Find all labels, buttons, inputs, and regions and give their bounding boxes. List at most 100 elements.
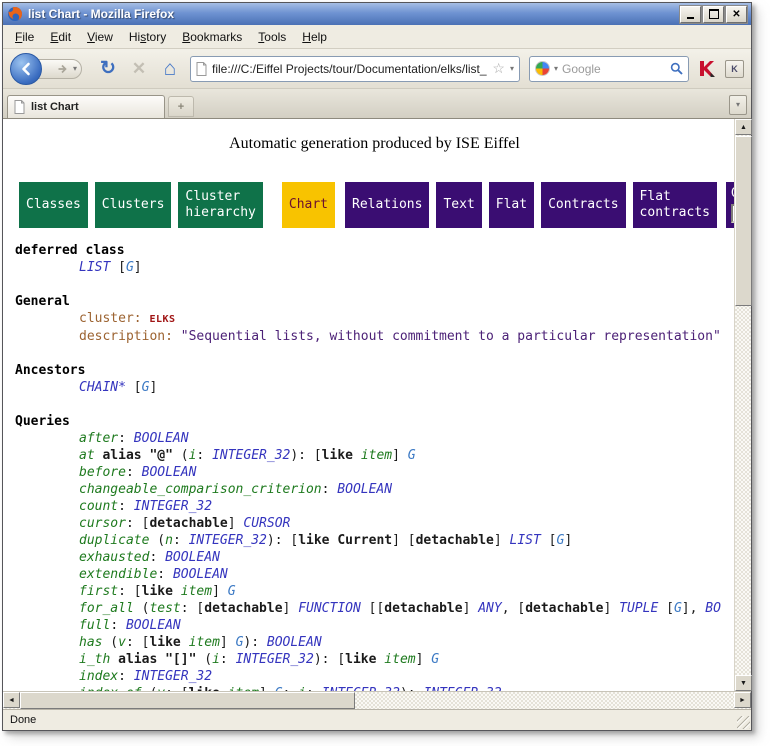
scroll-right-button[interactable]: ► (734, 692, 751, 708)
menu-history[interactable]: History (121, 28, 174, 46)
tab-page-icon (14, 100, 25, 114)
seg-type[interactable]: BOOLEAN (142, 465, 197, 480)
seg-type[interactable]: INTEGER_32 (189, 533, 267, 548)
seg-type[interactable]: LIST (510, 533, 541, 548)
seg-type[interactable]: INTEGER_32 (134, 669, 212, 684)
search-engine-dropdown-icon[interactable]: ▾ (554, 65, 558, 73)
url-input[interactable] (212, 62, 487, 76)
menu-bookmarks[interactable]: Bookmarks (174, 28, 250, 46)
seg-gen[interactable]: G (674, 601, 682, 616)
docnav-relations[interactable]: Relations (345, 182, 429, 228)
seg-plain (173, 584, 181, 599)
seg-gen[interactable]: G (431, 652, 439, 667)
seg-type[interactable]: BOOLEAN (173, 567, 228, 582)
docnav-contracts[interactable]: Contracts (541, 182, 625, 228)
seg-plain: [[ (361, 601, 384, 616)
seg-kw: like (345, 652, 376, 667)
vertical-scrollbar[interactable]: ▲ ▼ (734, 119, 751, 691)
back-button[interactable] (10, 53, 42, 85)
docnav-classes[interactable]: Classes (19, 182, 88, 228)
horizontal-scrollbar[interactable]: ◄ ► (3, 691, 751, 709)
search-bar[interactable]: ▾ (529, 56, 689, 82)
maximize-button[interactable] (703, 6, 724, 23)
seg-gen[interactable]: G (126, 260, 134, 275)
seg-plain: : (173, 533, 189, 548)
seg-kw: detachable (525, 601, 603, 616)
bookmark-star-icon[interactable]: ☆ (492, 60, 505, 77)
seg-type[interactable]: TUPLE (619, 601, 658, 616)
forward-button[interactable]: ▾ (36, 59, 82, 79)
seg-gen[interactable]: G (228, 584, 236, 599)
close-button[interactable]: ✕ (726, 6, 747, 23)
vertical-scroll-thumb[interactable] (735, 136, 752, 306)
seg-gen[interactable]: G (408, 448, 416, 463)
doc-line: count: INTEGER_32 (15, 498, 734, 515)
scroll-up-button[interactable]: ▲ (735, 119, 752, 135)
scroll-left-button[interactable]: ◄ (3, 692, 20, 708)
seg-type[interactable]: INTEGER_32 (212, 448, 290, 463)
page-viewport: Automatic generation produced by ISE Eif… (3, 119, 734, 691)
docnav-clusters[interactable]: Clusters (95, 182, 172, 228)
seg-plain: , [ (502, 601, 525, 616)
url-bar[interactable]: ☆ ▾ (190, 56, 520, 82)
seg-type[interactable]: LIST (79, 260, 110, 275)
scroll-down-button[interactable]: ▼ (735, 675, 752, 691)
seg-type[interactable]: BOOLEAN (165, 550, 220, 565)
seg-plain (110, 652, 118, 667)
seg-type[interactable]: CHAIN* (79, 380, 126, 395)
seg-plain: : (118, 669, 134, 684)
docnav-chart[interactable]: Chart (282, 182, 335, 228)
reload-button[interactable]: ↻ (97, 58, 119, 80)
seg-type[interactable]: CURSOR (243, 516, 290, 531)
horizontal-scroll-thumb[interactable] (20, 692, 355, 709)
seg-type[interactable]: FUNCTION (298, 601, 361, 616)
seg-kw: like (149, 635, 180, 650)
content-area: Automatic generation produced by ISE Eif… (3, 119, 751, 691)
section-title: Ancestors (15, 362, 734, 379)
seg-plain: ], (682, 601, 705, 616)
resize-grip[interactable] (737, 716, 750, 729)
search-input[interactable] (562, 62, 666, 76)
stop-button[interactable]: ✕ (128, 58, 150, 80)
seg-type[interactable]: BOOLEAN (134, 431, 189, 446)
kaspersky-icon[interactable] (698, 60, 716, 77)
seg-type[interactable]: INTEGER_32 (134, 499, 212, 514)
seg-type[interactable]: INTEGER_32 (236, 652, 314, 667)
seg-type[interactable]: ANY (478, 601, 501, 616)
menu-file[interactable]: File (7, 28, 42, 46)
minimize-button[interactable] (680, 6, 701, 23)
seg-type[interactable]: BOOLEAN (267, 635, 322, 650)
seg-kw: alias "@" (102, 448, 172, 463)
new-tab-button[interactable]: + (168, 96, 194, 117)
seg-type[interactable]: BOOLEAN (126, 618, 181, 633)
window-title: list Chart - Mozilla Firefox (28, 7, 675, 21)
tab-list-chart[interactable]: list Chart (7, 95, 165, 118)
seg-type[interactable]: BO (705, 601, 721, 616)
seg-plain: ] (149, 380, 157, 395)
menu-tools[interactable]: Tools (250, 28, 294, 46)
seg-kw: alias "[]" (118, 652, 196, 667)
k-toolbar-button[interactable]: K (725, 60, 744, 78)
docnav-cluster-hierarchy[interactable]: Cluster hierarchy (178, 182, 262, 228)
chevron-down-icon: ▾ (736, 101, 740, 109)
home-button[interactable]: ⌂ (159, 58, 181, 80)
menu-help[interactable]: Help (294, 28, 335, 46)
docnav-flat[interactable]: Flat (489, 182, 534, 228)
search-magnifier-icon[interactable] (670, 62, 683, 75)
seg-plain: : (220, 652, 236, 667)
history-dropdown-icon[interactable]: ▾ (73, 65, 77, 73)
menu-edit[interactable]: Edit (42, 28, 79, 46)
docnav-flat-contracts[interactable]: Flat contracts (633, 182, 717, 228)
seg-kw: detachable (384, 601, 462, 616)
status-bar: Done (3, 709, 751, 730)
menu-view[interactable]: View (79, 28, 121, 46)
url-dropdown-icon[interactable]: ▾ (510, 65, 514, 73)
section-title: deferred class (15, 242, 734, 259)
docnav-text[interactable]: Text (436, 182, 481, 228)
seg-cluster: ELKS (149, 314, 175, 325)
seg-plain: : (196, 448, 212, 463)
seg-feat: i (212, 652, 220, 667)
list-all-tabs-button[interactable]: ▾ (729, 95, 747, 115)
seg-feat: extendible (79, 567, 157, 582)
seg-type[interactable]: BOOLEAN (337, 482, 392, 497)
